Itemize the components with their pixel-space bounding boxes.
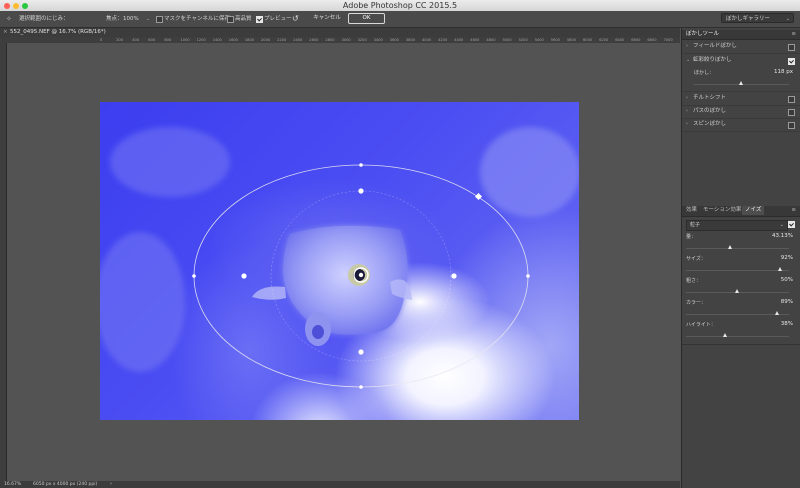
iris-blur-settings: ぼかし： 118 px xyxy=(682,67,800,92)
path-blur-checkbox[interactable] xyxy=(788,109,795,116)
tab-effects[interactable]: 効果 xyxy=(683,206,700,215)
tab-motion-effects[interactable]: モーション効果 xyxy=(700,206,744,215)
spin-blur-checkbox[interactable] xyxy=(788,122,795,129)
preview-checkbox[interactable] xyxy=(256,16,263,23)
slider-value[interactable]: 92% xyxy=(781,255,793,261)
slider-label: サイズ： xyxy=(686,256,706,262)
spin-blur-label: スピンぼかし xyxy=(693,121,727,127)
document-tab-bar: × 552_0495.NEF @ 16.7% (RGB/16*) xyxy=(0,28,680,37)
slider-track[interactable] xyxy=(686,248,789,249)
slider-track[interactable] xyxy=(686,270,789,271)
blur-amount-value[interactable]: 118 px xyxy=(774,69,793,75)
workspace-value: ぼかしギャラリー xyxy=(726,16,771,22)
status-bar: 16.67% 6050 px x 4000 px (240 ppi) › xyxy=(0,481,680,488)
slider-track[interactable] xyxy=(686,314,789,315)
preview-label: プレビュー xyxy=(264,16,292,22)
panel-menu-icon[interactable]: ≡ xyxy=(791,30,796,39)
spin-blur-row[interactable]: › スピンぼかし xyxy=(682,118,800,132)
vertical-ruler xyxy=(0,43,7,481)
workspace-select[interactable]: ぼかしギャラリー ⌄ xyxy=(721,13,794,23)
chevron-down-icon: ⌄ xyxy=(779,222,784,228)
document-tab[interactable]: 552_0495.NEF @ 16.7% (RGB/16*) xyxy=(10,28,106,37)
slider-value[interactable]: 50% xyxy=(781,277,793,283)
noise-amount-slider[interactable]: 量： 43.13% xyxy=(682,232,800,252)
panel-menu-icon[interactable]: ≡ xyxy=(791,206,796,215)
chevron-down-icon[interactable]: ⌄ xyxy=(686,54,690,67)
chevron-right-icon[interactable]: › xyxy=(686,118,688,131)
high-quality-label: 高品質 xyxy=(235,16,252,22)
iris-blur-label: 虹彩絞りぼかし xyxy=(693,57,732,63)
blur-edge-label: 選択範囲のにじみ： xyxy=(19,16,69,22)
slider-value[interactable]: 89% xyxy=(781,299,793,305)
slider-label: 粗さ： xyxy=(686,278,702,284)
tilt-shift-label: チルトシフト xyxy=(693,95,727,101)
iris-blur-row[interactable]: ⌄ 虹彩絞りぼかし xyxy=(682,54,800,67)
tilt-shift-checkbox[interactable] xyxy=(788,96,795,103)
slider-track[interactable] xyxy=(686,336,789,337)
slider-thumb[interactable] xyxy=(775,311,780,315)
noise-enable-checkbox[interactable] xyxy=(788,221,795,228)
blur-panel: ぼかしツール ≡ › フィールドぼかし ⌄ 虹彩絞りぼかし ぼかし： 118 p… xyxy=(681,28,800,488)
slider-label: 量： xyxy=(686,234,697,240)
document-info: 6050 px x 4000 px (240 ppi) xyxy=(33,482,98,487)
blur-tools-header: ぼかしツール ≡ xyxy=(682,30,800,40)
close-tab-icon[interactable]: × xyxy=(3,28,8,37)
noise-type-value: 粒子 xyxy=(690,222,701,228)
focus-value[interactable]: 100% xyxy=(123,11,139,27)
field-blur-label: フィールドぼかし xyxy=(693,43,737,49)
slider-thumb[interactable] xyxy=(735,289,739,293)
tilt-shift-row[interactable]: › チルトシフト xyxy=(682,92,800,106)
noise-size-slider[interactable]: サイズ： 92% xyxy=(682,254,800,274)
high-quality-checkbox[interactable] xyxy=(227,16,234,23)
blur-amount-thumb[interactable] xyxy=(739,81,743,85)
focus-label: 焦点： xyxy=(106,16,123,22)
window-title: Adobe Photoshop CC 2015.5 xyxy=(342,1,458,10)
reset-icon[interactable]: ↺ xyxy=(292,11,299,27)
path-blur-row[interactable]: › パスのぼかし xyxy=(682,105,800,119)
noise-highlight-slider[interactable]: ハイライト： 38% xyxy=(682,320,800,340)
slider-thumb[interactable] xyxy=(727,245,732,249)
slider-value[interactable]: 43.13% xyxy=(772,233,793,239)
path-blur-label: パスのぼかし xyxy=(693,108,727,114)
blur-tools-title: ぼかしツール xyxy=(686,31,720,37)
field-blur-checkbox[interactable] xyxy=(788,44,795,51)
blur-amount-label: ぼかし： xyxy=(694,70,715,76)
chevron-right-icon[interactable]: › xyxy=(686,105,688,118)
fish-image xyxy=(100,127,579,389)
slider-label: カラー： xyxy=(686,300,707,306)
chevron-down-icon: ⌄ xyxy=(785,16,790,22)
field-blur-row[interactable]: › フィールドぼかし xyxy=(682,40,800,54)
iris-blur-checkbox[interactable] xyxy=(788,58,795,65)
options-bar: ✧ 選択範囲のにじみ： 焦点： 100% ⌄ マスクをチャンネルに保存 高品質 … xyxy=(0,11,800,28)
noise-roughness-slider[interactable]: 粗さ： 50% xyxy=(682,276,800,296)
title-bar: Adobe Photoshop CC 2015.5 xyxy=(0,0,800,11)
effects-tabs: 効果 モーション効果 ノイズ ≡ xyxy=(682,206,800,217)
blur-tool-icon[interactable]: ✧ xyxy=(6,11,12,27)
slider-thumb[interactable] xyxy=(778,267,783,271)
panel-divider xyxy=(682,344,800,345)
photo-preview[interactable] xyxy=(100,102,579,420)
save-mask-checkbox[interactable] xyxy=(156,16,163,23)
slider-thumb[interactable] xyxy=(722,333,727,337)
chevron-right-icon[interactable]: › xyxy=(686,92,688,105)
chevron-right-icon[interactable]: › xyxy=(686,40,688,53)
chevron-right-icon[interactable]: › xyxy=(110,481,112,488)
noise-type-select[interactable]: 粒子 ⌄ xyxy=(686,220,788,231)
chevron-down-icon[interactable]: ⌄ xyxy=(146,11,150,27)
noise-color-slider[interactable]: カラー： 89% xyxy=(682,298,800,318)
zoom-level[interactable]: 16.67% xyxy=(4,481,21,488)
tab-noise[interactable]: ノイズ xyxy=(742,206,765,215)
slider-label: ハイライト： xyxy=(686,322,716,328)
cancel-button[interactable]: キャンセル xyxy=(310,13,344,23)
slider-value[interactable]: 38% xyxy=(781,321,793,327)
save-mask-label: マスクをチャンネルに保存 xyxy=(164,16,230,22)
ok-button[interactable]: OK xyxy=(348,13,385,24)
